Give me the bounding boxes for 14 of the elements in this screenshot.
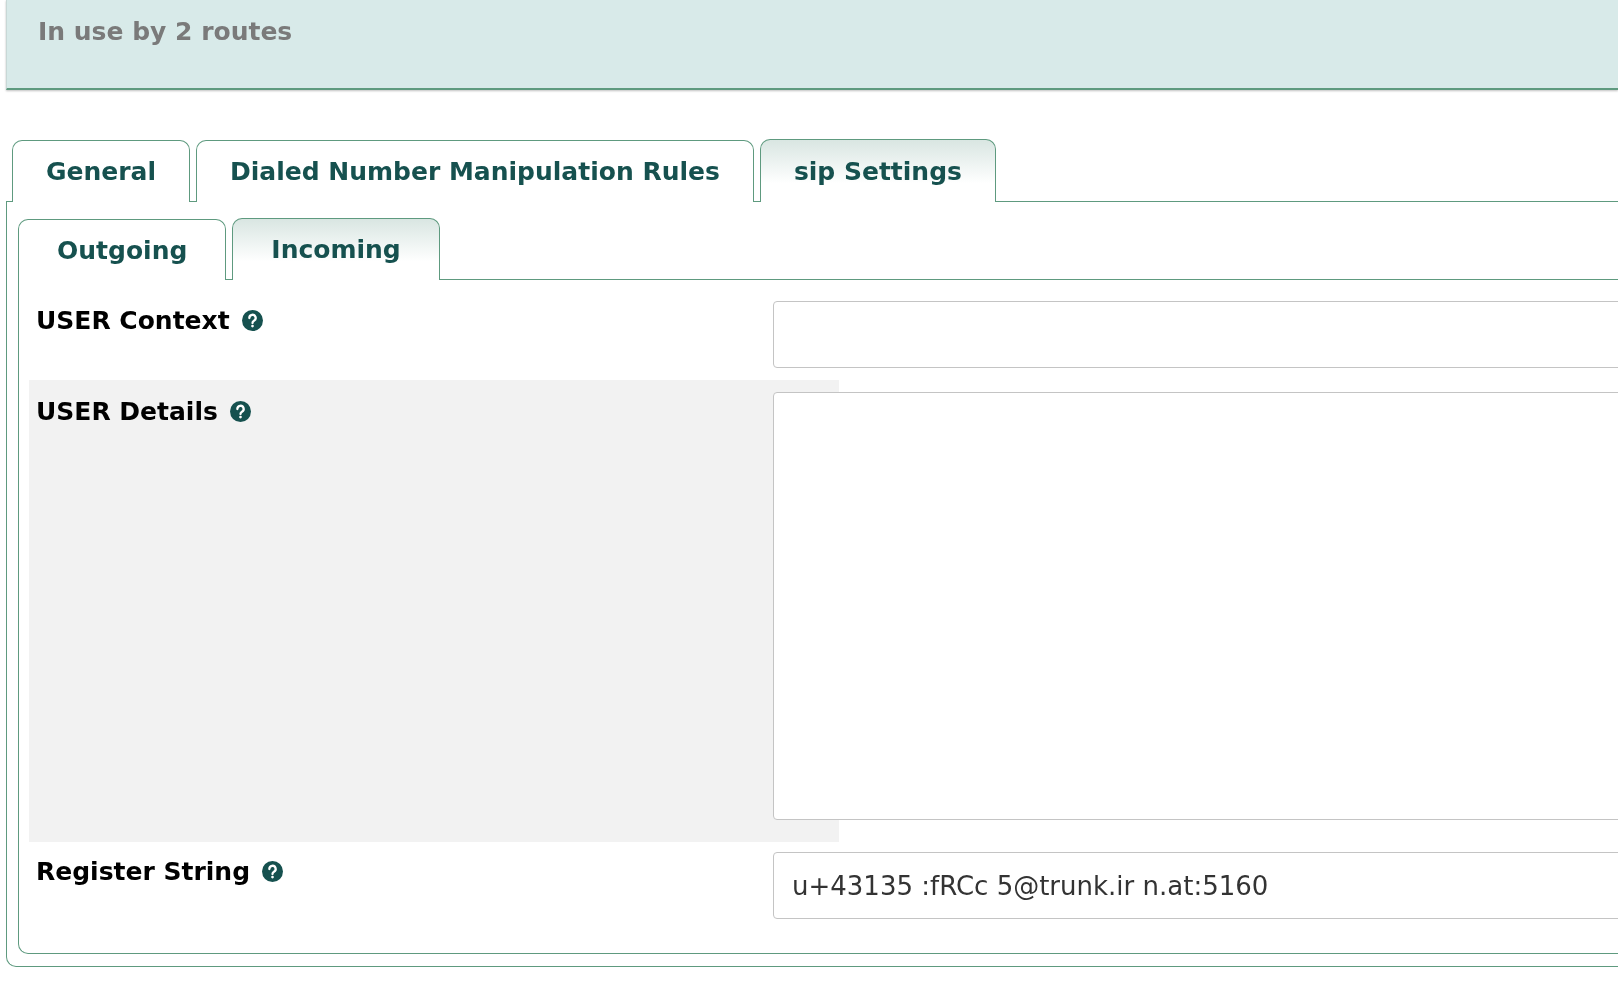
help-icon[interactable] (262, 861, 284, 882)
tab[interactable]: General (12, 140, 190, 202)
tab[interactable]: sip Settings (759, 139, 996, 202)
field-label: USER Context (36, 306, 230, 335)
input-field[interactable] (773, 301, 1618, 368)
banner-text: In use by 2 routes (38, 17, 293, 46)
field-label: USER Details (36, 397, 218, 426)
help-icon[interactable] (229, 401, 251, 422)
input-field[interactable]: u+43135 :fRCc 5@trunk.ir n.at:5160 (773, 852, 1618, 919)
tab[interactable]: Incoming (232, 218, 440, 280)
tab[interactable]: Outgoing (18, 219, 227, 280)
field-label: Register String (36, 857, 251, 886)
tab[interactable]: Dialed Number Manipulation Rules (196, 140, 754, 202)
help-icon[interactable] (241, 310, 263, 331)
